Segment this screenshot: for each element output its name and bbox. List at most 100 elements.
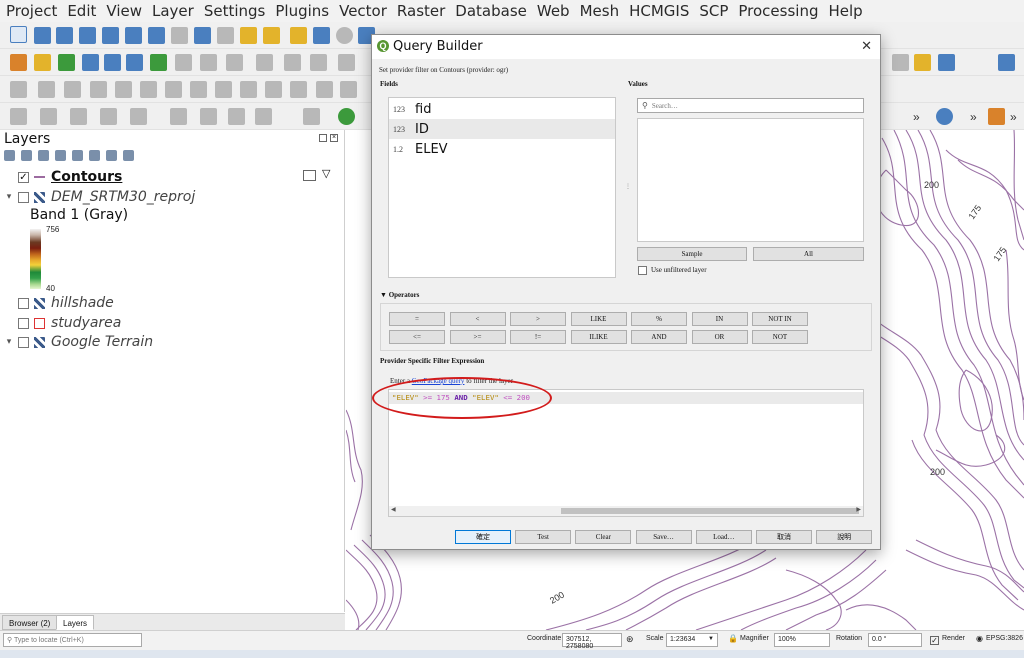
- statistics-icon[interactable]: [150, 54, 167, 71]
- plugin-icon[interactable]: [914, 54, 931, 71]
- toggle-extents-icon[interactable]: ⊛: [626, 634, 634, 645]
- rotation-spinbox[interactable]: 0.0 °: [868, 633, 922, 647]
- show-tips-icon[interactable]: [228, 108, 245, 125]
- identify-icon[interactable]: [256, 54, 273, 71]
- scroll-right-icon[interactable]: ▶: [856, 506, 861, 513]
- select-icon[interactable]: [200, 54, 217, 71]
- filter-expression-icon[interactable]: [72, 150, 83, 161]
- operators-header[interactable]: ▼ Operators: [380, 291, 419, 299]
- test-button[interactable]: Test: [515, 530, 572, 544]
- invert-selection-icon[interactable]: [100, 108, 117, 125]
- deselect-icon[interactable]: [226, 54, 243, 71]
- geopackage-query-link[interactable]: GeoPackage query: [412, 377, 465, 385]
- float-panel-icon[interactable]: [319, 134, 327, 142]
- layer-item-dem[interactable]: ▾ DEM_SRTM30_reproj: [0, 187, 196, 207]
- chevron-down-icon[interactable]: ▼: [708, 636, 714, 642]
- digitize-icon[interactable]: [10, 54, 27, 71]
- zoom-native-icon[interactable]: [171, 27, 188, 44]
- operator-less-than-button[interactable]: <: [449, 312, 506, 326]
- menu-item-processing[interactable]: Processing: [738, 2, 818, 20]
- crs-label[interactable]: EPSG:3826: [986, 635, 1023, 642]
- operator-or-button[interactable]: OR: [691, 330, 748, 344]
- settings-gear-icon[interactable]: [936, 108, 953, 125]
- menu-item-scp[interactable]: SCP: [699, 2, 728, 20]
- rotate-feature-icon[interactable]: [90, 81, 107, 98]
- share-icon[interactable]: [338, 108, 355, 125]
- operator-in-button[interactable]: IN: [691, 312, 748, 326]
- select-all-icon[interactable]: [70, 108, 87, 125]
- ruler-icon[interactable]: [175, 54, 192, 71]
- menu-item-raster[interactable]: Raster: [397, 2, 445, 20]
- clear-button[interactable]: Clear: [575, 530, 632, 544]
- zoom-last-icon[interactable]: [194, 27, 211, 44]
- field-calculator-icon[interactable]: [170, 108, 187, 125]
- chart-icon[interactable]: [938, 54, 955, 71]
- operator-not-equal-button[interactable]: !=: [510, 330, 566, 344]
- tab-browser[interactable]: Browser (2): [2, 615, 58, 630]
- layer-item-google-terrain[interactable]: ▾ Google Terrain: [0, 332, 153, 352]
- close-icon[interactable]: ✕: [861, 38, 872, 54]
- toolbar-overflow-icon-3[interactable]: »: [1010, 110, 1017, 124]
- field-item-fid[interactable]: 123 fid: [389, 99, 615, 119]
- new-3d-view-icon[interactable]: [263, 27, 280, 44]
- operator-equals-button[interactable]: =: [389, 312, 445, 326]
- operator-greater-than-button[interactable]: >: [510, 312, 566, 326]
- add-vector-icon[interactable]: [34, 54, 51, 71]
- layer-visibility-checkbox[interactable]: [18, 317, 29, 329]
- simplify-icon[interactable]: [115, 81, 132, 98]
- toolbar-overflow-icon[interactable]: »: [913, 110, 920, 124]
- menu-item-plugins[interactable]: Plugins: [275, 2, 329, 20]
- locate-search-input[interactable]: ⚲ Type to locate (Ctrl+K): [3, 633, 142, 647]
- filter-indicator-icon[interactable]: ▽: [322, 169, 335, 181]
- pan-icon[interactable]: [10, 26, 27, 43]
- manage-visibility-icon[interactable]: [38, 150, 49, 161]
- operator-less-equal-button[interactable]: <=: [389, 330, 445, 344]
- zoom-in-icon[interactable]: [56, 27, 73, 44]
- label-icon[interactable]: [338, 54, 355, 71]
- toggle-edit-icon[interactable]: [104, 54, 121, 71]
- eraser-icon[interactable]: [892, 54, 909, 71]
- filter-expression-text[interactable]: "ELEV" >= 175 AND "ELEV" <= 200: [392, 393, 530, 402]
- zoom-next-icon[interactable]: [217, 27, 234, 44]
- remove-layer-icon[interactable]: [123, 150, 134, 161]
- bookmark-icon[interactable]: [290, 27, 307, 44]
- operator-like-button[interactable]: LIKE: [570, 312, 627, 326]
- embedded-indicator-icon[interactable]: [303, 170, 316, 181]
- ok-button[interactable]: 確定: [455, 530, 511, 544]
- fill-ring-icon[interactable]: [190, 81, 207, 98]
- menu-item-vector[interactable]: Vector: [339, 2, 387, 20]
- add-ring-icon[interactable]: [140, 81, 157, 98]
- expand-arrow-icon[interactable]: ▾: [4, 337, 14, 347]
- menu-item-mesh[interactable]: Mesh: [580, 2, 620, 20]
- menu-item-help[interactable]: Help: [829, 2, 863, 20]
- magnifier-spinbox[interactable]: 100%: [774, 633, 830, 647]
- load-button[interactable]: Load…: [695, 530, 752, 544]
- layer-visibility-checkbox[interactable]: [18, 336, 29, 348]
- pan-to-selection-icon[interactable]: [34, 27, 51, 44]
- operator-not-button[interactable]: NOT: [752, 330, 808, 344]
- attribute-table-icon[interactable]: [126, 54, 143, 71]
- advanced-digitize-icon[interactable]: [38, 81, 55, 98]
- digitizing-icon[interactable]: [10, 81, 27, 98]
- add-part-icon[interactable]: [165, 81, 182, 98]
- clear-selection-icon[interactable]: [130, 108, 147, 125]
- select-by-area-icon[interactable]: [10, 108, 27, 125]
- menu-item-settings[interactable]: Settings: [204, 2, 266, 20]
- delete-part-icon[interactable]: [240, 81, 257, 98]
- zoom-selection-icon[interactable]: [125, 27, 142, 44]
- temporal-icon[interactable]: [336, 27, 353, 44]
- show-bookmarks-icon[interactable]: [313, 27, 330, 44]
- reshape-icon[interactable]: [265, 81, 282, 98]
- menu-item-hcmgis[interactable]: HCMGIS: [629, 2, 689, 20]
- values-list[interactable]: [637, 118, 864, 242]
- menu-item-view[interactable]: View: [106, 2, 142, 20]
- sample-button[interactable]: Sample: [637, 247, 747, 261]
- document-icon[interactable]: [988, 108, 1005, 125]
- scrollbar-thumb[interactable]: [561, 508, 859, 514]
- zoom-out-icon[interactable]: [79, 27, 96, 44]
- split-icon[interactable]: [316, 81, 333, 98]
- field-item-id[interactable]: 123 ID: [389, 119, 615, 139]
- menu-item-project[interactable]: Project: [6, 2, 57, 20]
- menu-item-layer[interactable]: Layer: [152, 2, 194, 20]
- tab-layers[interactable]: Layers: [56, 615, 95, 630]
